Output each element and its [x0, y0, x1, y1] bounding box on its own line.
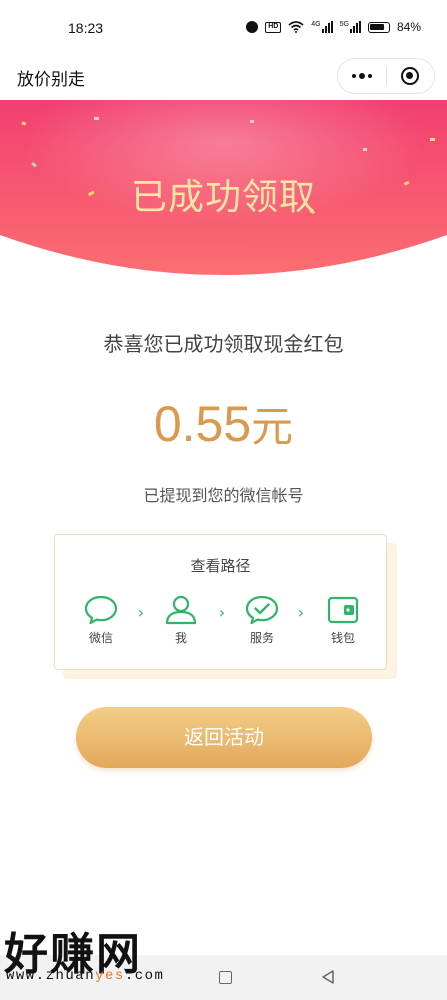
more-dots-icon[interactable]: [338, 58, 386, 94]
network-2-label: 5G: [339, 21, 349, 28]
battery-icon: [367, 21, 390, 33]
wallet-icon: [327, 596, 359, 624]
watermark-url-highlight: yes: [95, 968, 125, 984]
battery-percent: 84%: [396, 20, 421, 34]
return-to-activity-button[interactable]: 返回活动: [76, 707, 372, 768]
back-triangle-icon[interactable]: [321, 969, 335, 985]
nav-bar: 放价别走: [0, 56, 447, 100]
step-label: 钱包: [330, 631, 355, 645]
signal-1-icon: 4G: [311, 21, 333, 33]
step-label: 微信: [88, 631, 113, 645]
path-arrow: ›: [218, 603, 226, 622]
congrats-text: 恭喜您已成功领取现金红包: [103, 332, 344, 356]
hd-icon: HD: [265, 21, 282, 33]
red-packet-amount: 0.55元: [0, 393, 447, 454]
step-label: 我: [174, 631, 187, 645]
home-square-icon[interactable]: [219, 971, 232, 984]
success-banner: 已成功领取: [0, 100, 447, 275]
step-label: 服务: [249, 631, 274, 645]
path-arrow: ›: [297, 603, 305, 622]
status-icons: HD 4G 5G 84%: [246, 20, 421, 34]
amount-value: 0.55: [153, 396, 252, 452]
signal-2-icon: 5G: [340, 21, 361, 33]
step-wechat: 微信: [76, 595, 126, 646]
path-card-title: 查看路径: [190, 557, 251, 575]
wifi-icon: [288, 21, 304, 33]
mini-program-capsule: [337, 58, 435, 94]
site-watermark: 好赚网 www.zhuanyes.com: [0, 918, 200, 990]
status-time: 18:23: [68, 20, 104, 36]
banner-title: 已成功领取: [130, 177, 316, 218]
target-close-icon[interactable]: [387, 58, 434, 94]
status-bar: 18:23 HD 4G 5G 84%: [0, 0, 447, 56]
network-1-label: 4G: [311, 21, 321, 28]
page-title: 放价别走: [17, 70, 85, 90]
chat-bubble-icon: [84, 595, 118, 625]
watermark-url-suffix: .com: [124, 968, 165, 984]
path-arrow: ›: [137, 603, 145, 622]
person-icon: [165, 595, 197, 625]
step-services: 服务: [237, 595, 287, 646]
path-card: 查看路径 微信 › 我 › 服务 › 钱包: [54, 534, 387, 670]
watermark-url: www.zhuanyes.com: [6, 968, 164, 984]
alarm-icon: [246, 21, 259, 33]
step-wallet: 钱包: [318, 595, 368, 646]
step-me: 我: [156, 595, 206, 646]
amount-unit: 元: [251, 402, 294, 451]
check-bubble-icon: [245, 595, 279, 625]
withdraw-note: 已提现到您的微信帐号: [143, 486, 304, 505]
watermark-url-prefix: www.zhuan: [6, 968, 96, 984]
